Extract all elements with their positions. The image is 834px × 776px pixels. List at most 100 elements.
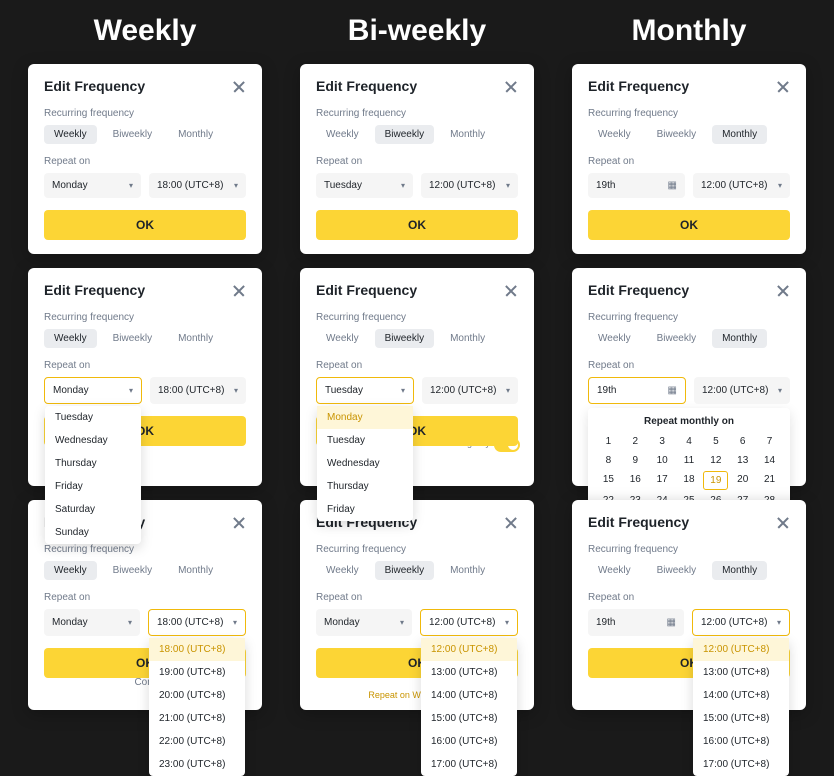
dropdown-option[interactable]: Sunday	[45, 521, 141, 544]
close-icon[interactable]	[232, 283, 246, 297]
pill-monthly[interactable]: Monthly	[712, 329, 767, 348]
dropdown-option[interactable]: Friday	[45, 475, 141, 498]
calendar-day[interactable]: 2	[623, 433, 648, 450]
day-select[interactable]: Monday▾	[44, 173, 141, 198]
dropdown-option[interactable]: 17:00 (UTC+8)	[693, 753, 789, 776]
dropdown-option[interactable]: 14:00 (UTC+8)	[693, 684, 789, 707]
calendar-day[interactable]: 13	[730, 452, 755, 469]
ok-button[interactable]: OK	[588, 210, 790, 240]
calendar-day[interactable]: 14	[757, 452, 782, 469]
pill-biweekly[interactable]: Biweekly	[647, 329, 706, 348]
day-select[interactable]: Monday▾ TuesdayWednesdayThursdayFridaySa…	[44, 377, 142, 404]
calendar-day[interactable]: 3	[650, 433, 675, 450]
close-icon[interactable]	[232, 515, 246, 529]
pill-biweekly[interactable]: Biweekly	[647, 125, 706, 144]
dropdown-option[interactable]: Saturday	[45, 498, 141, 521]
pill-monthly[interactable]: Monthly	[712, 125, 767, 144]
pill-biweekly[interactable]: Biweekly	[375, 329, 434, 348]
dropdown-option[interactable]: 23:00 (UTC+8)	[149, 753, 245, 776]
close-icon[interactable]	[504, 283, 518, 297]
time-select[interactable]: 12:00 (UTC+8)▾	[693, 173, 790, 198]
calendar-day[interactable]: 15	[596, 471, 621, 490]
close-icon[interactable]	[232, 79, 246, 93]
date-select[interactable]: 19th▦	[588, 609, 684, 636]
calendar-day[interactable]: 20	[730, 471, 755, 490]
pill-biweekly[interactable]: Biweekly	[103, 125, 162, 144]
dropdown-option[interactable]: 12:00 (UTC+8)	[421, 638, 517, 661]
day-select[interactable]: Monday▾	[316, 609, 412, 636]
pill-monthly[interactable]: Monthly	[440, 125, 495, 144]
dropdown-option[interactable]: 18:00 (UTC+8)	[149, 638, 245, 661]
dropdown-option[interactable]: Wednesday	[317, 452, 413, 475]
dropdown-option[interactable]: Thursday	[317, 475, 413, 498]
day-select[interactable]: Tuesday▾ MondayTuesdayWednesdayThursdayF…	[316, 377, 414, 404]
calendar-day[interactable]: 19	[703, 471, 728, 490]
time-select[interactable]: 12:00 (UTC+8)▾ 12:00 (UTC+8)13:00 (UTC+8…	[420, 609, 518, 636]
pill-weekly[interactable]: Weekly	[588, 329, 641, 348]
calendar-day[interactable]: 16	[623, 471, 648, 490]
calendar-day[interactable]: 9	[623, 452, 648, 469]
close-icon[interactable]	[504, 515, 518, 529]
calendar-day[interactable]: 12	[703, 452, 728, 469]
close-icon[interactable]	[776, 79, 790, 93]
dropdown-option[interactable]: 19:00 (UTC+8)	[149, 661, 245, 684]
date-select[interactable]: 19th▦	[588, 173, 685, 198]
time-select[interactable]: 12:00 (UTC+8)▾	[694, 377, 790, 404]
dropdown-option[interactable]: 21:00 (UTC+8)	[149, 707, 245, 730]
time-select[interactable]: 18:00 (UTC+8)▾	[149, 173, 246, 198]
calendar-day[interactable]: 7	[757, 433, 782, 450]
ok-button[interactable]: OK	[316, 210, 518, 240]
pill-weekly[interactable]: Weekly	[44, 561, 97, 580]
calendar-day[interactable]: 17	[650, 471, 675, 490]
pill-weekly[interactable]: Weekly	[316, 329, 369, 348]
pill-weekly[interactable]: Weekly	[588, 125, 641, 144]
pill-monthly[interactable]: Monthly	[168, 329, 223, 348]
dropdown-option[interactable]: 12:00 (UTC+8)	[693, 638, 789, 661]
dropdown-option[interactable]: 20:00 (UTC+8)	[149, 684, 245, 707]
dropdown-option[interactable]: 17:00 (UTC+8)	[421, 753, 517, 776]
calendar-day[interactable]: 11	[677, 452, 702, 469]
dropdown-option[interactable]: 15:00 (UTC+8)	[421, 707, 517, 730]
pill-weekly[interactable]: Weekly	[588, 561, 641, 580]
dropdown-option[interactable]: 15:00 (UTC+8)	[693, 707, 789, 730]
pill-monthly[interactable]: Monthly	[440, 329, 495, 348]
calendar-day[interactable]: 10	[650, 452, 675, 469]
dropdown-option[interactable]: Friday	[317, 498, 413, 521]
dropdown-option[interactable]: Wednesday	[45, 429, 141, 452]
calendar-day[interactable]: 6	[730, 433, 755, 450]
pill-weekly[interactable]: Weekly	[316, 125, 369, 144]
pill-biweekly[interactable]: Biweekly	[103, 561, 162, 580]
day-select[interactable]: Tuesday▾	[316, 173, 413, 198]
time-select[interactable]: 18:00 (UTC+8)▾ 18:00 (UTC+8)19:00 (UTC+8…	[148, 609, 246, 636]
dropdown-option[interactable]: 13:00 (UTC+8)	[693, 661, 789, 684]
pill-biweekly[interactable]: Biweekly	[647, 561, 706, 580]
calendar-day[interactable]: 8	[596, 452, 621, 469]
dropdown-option[interactable]: 13:00 (UTC+8)	[421, 661, 517, 684]
pill-weekly[interactable]: Weekly	[44, 329, 97, 348]
pill-monthly[interactable]: Monthly	[440, 561, 495, 580]
dropdown-option[interactable]: 22:00 (UTC+8)	[149, 730, 245, 753]
time-select[interactable]: 12:00 (UTC+8)▾	[421, 173, 518, 198]
dropdown-option[interactable]: Monday	[317, 406, 413, 429]
calendar-day[interactable]: 4	[677, 433, 702, 450]
pill-biweekly[interactable]: Biweekly	[103, 329, 162, 348]
close-icon[interactable]	[776, 515, 790, 529]
calendar-day[interactable]: 18	[677, 471, 702, 490]
dropdown-option[interactable]: Thursday	[45, 452, 141, 475]
pill-monthly[interactable]: Monthly	[712, 561, 767, 580]
calendar-day[interactable]: 5	[703, 433, 728, 450]
dropdown-option[interactable]: 16:00 (UTC+8)	[693, 730, 789, 753]
time-select[interactable]: 18:00 (UTC+8)▾	[150, 377, 246, 404]
ok-button[interactable]: OK	[44, 210, 246, 240]
pill-monthly[interactable]: Monthly	[168, 125, 223, 144]
dropdown-option[interactable]: Tuesday	[45, 406, 141, 429]
close-icon[interactable]	[504, 79, 518, 93]
pill-biweekly[interactable]: Biweekly	[375, 561, 434, 580]
day-select[interactable]: Monday▾	[44, 609, 140, 636]
calendar-day[interactable]: 1	[596, 433, 621, 450]
pill-weekly[interactable]: Weekly	[316, 561, 369, 580]
dropdown-option[interactable]: 14:00 (UTC+8)	[421, 684, 517, 707]
pill-biweekly[interactable]: Biweekly	[375, 125, 434, 144]
dropdown-option[interactable]: 16:00 (UTC+8)	[421, 730, 517, 753]
calendar-day[interactable]: 21	[757, 471, 782, 490]
